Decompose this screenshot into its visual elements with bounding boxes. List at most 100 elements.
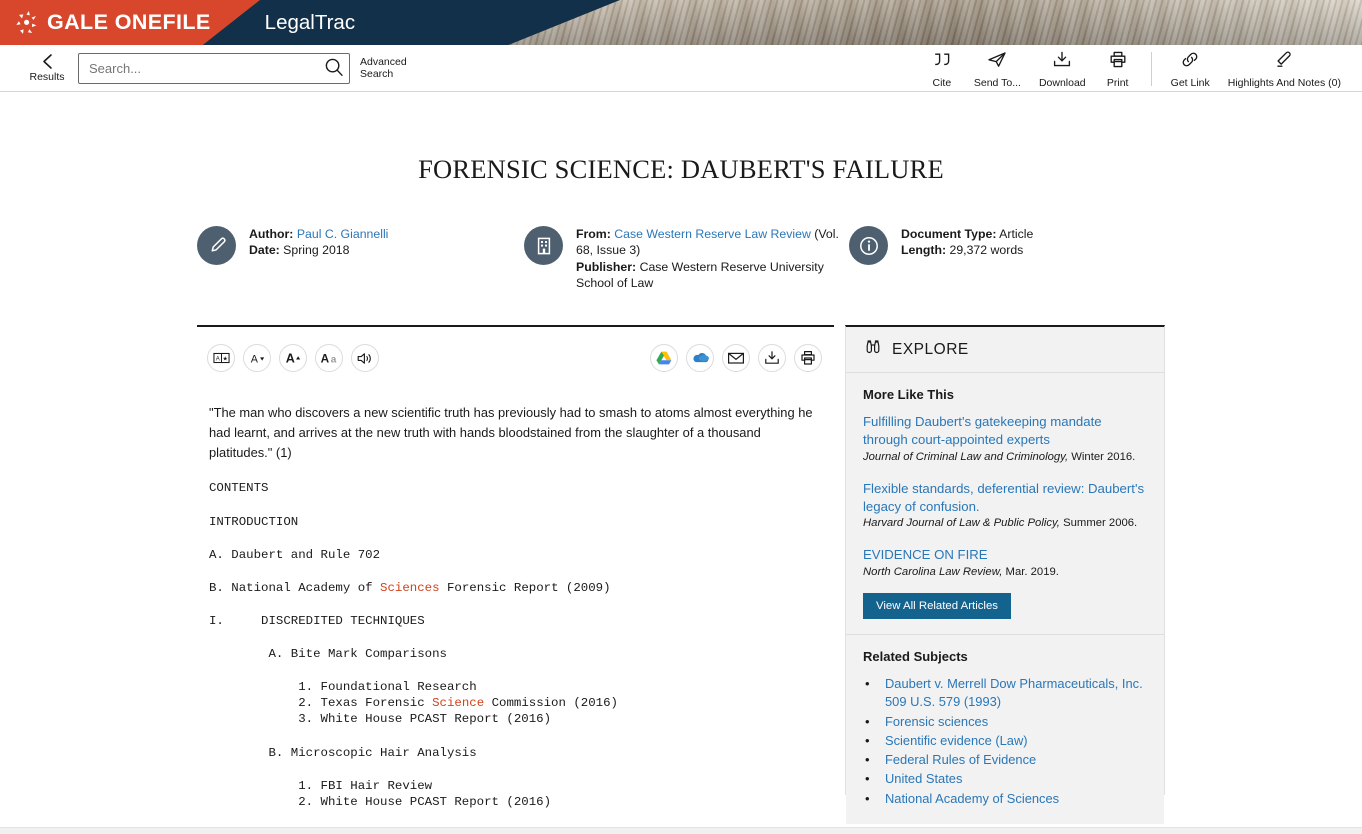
print-label: Print [1106,76,1129,89]
get-link-button[interactable]: Get Link [1162,50,1219,89]
metadata-author: Author: Paul C. Giannelli Date: Spring 2… [197,225,524,265]
subject-link[interactable]: National Academy of Sciences [885,791,1059,806]
svg-text:a: a [331,354,337,365]
subject-link[interactable]: Forensic sciences [885,714,988,729]
brand-area[interactable]: GALE ONEFILE LegalTrac [0,0,355,45]
related-source-date: Summer 2006. [1059,517,1138,530]
decrease-font-button[interactable]: A [243,344,271,373]
subject-link[interactable]: United States [885,771,962,786]
link-icon [1179,50,1201,74]
metadata-source: From: Case Western Reserve Law Review (V… [524,225,849,291]
related-source-journal: North Carolina Law Review, [863,566,1003,579]
highlighter-icon [1273,50,1295,74]
back-to-results-button[interactable]: Results [18,53,76,83]
list-item: Forensic sciences [863,713,1147,732]
related-subjects-title: Related Subjects [863,648,968,664]
toc-line: I. DISCREDITED TECHNIQUES [209,613,425,628]
search-term-highlight: Science [432,696,485,711]
date-value: Spring 2018 [283,243,350,258]
printer-icon [1107,50,1129,74]
toc-line: 1. Foundational Research [209,680,477,695]
related-article-item: Flexible standards, deferential review: … [863,480,1147,532]
author-link[interactable]: Paul C. Giannelli [297,227,389,241]
more-like-this-title: More Like This [863,387,955,403]
subject-link[interactable]: Federal Rules of Evidence [885,752,1036,767]
search-box[interactable] [78,52,350,84]
translate-button[interactable]: A ★ [207,344,235,373]
explore-panel: EXPLORE More Like This Fulfilling Dauber… [845,325,1165,825]
length-label: Length: [901,243,947,258]
related-article-link[interactable]: Fulfilling Daubert's gatekeeping mandate… [863,413,1147,449]
send-to-onedrive-button[interactable] [686,344,714,373]
related-subjects-list: Daubert v. Merrell Dow Pharmaceuticals, … [863,675,1147,809]
subject-link[interactable]: Daubert v. Merrell Dow Pharmaceuticals, … [885,676,1143,709]
toolbar-divider [1150,51,1152,86]
print-article-button[interactable] [794,344,822,373]
related-source-date: Mar. 2019. [1002,566,1059,579]
brand-banner: GALE ONEFILE LegalTrac [0,0,1362,45]
author-label: Author: [249,227,294,241]
toc-text: B. National Academy of [209,580,381,595]
display-options-button[interactable]: A a [315,344,343,373]
explore-title: EXPLORE [892,340,969,358]
metadata-author-text: Author: Paul C. Giannelli Date: Spring 2… [249,225,388,259]
toc-line: A. Daubert and Rule 702 [209,547,381,562]
send-to-button[interactable]: Send To... [965,50,1030,89]
quote-icon [931,50,953,74]
article-text: "The man who discovers a new scientific … [197,389,834,834]
list-item: United States [863,770,1147,789]
binoculars-icon [863,339,883,360]
reading-tools-group: A ★ A A A a [207,344,379,373]
page-title: FORENSIC SCIENCE: DAUBERT'S FAILURE [418,154,944,184]
list-item: National Academy of Sciences [863,790,1147,809]
advanced-search-link[interactable]: Advanced Search [360,56,416,81]
advanced-search-line1: Advanced [360,55,407,68]
export-tools-group [650,344,822,373]
advanced-search-line2: Search [360,68,394,80]
search-icon [324,57,344,80]
related-article-source: Journal of Criminal Law and Criminology,… [863,450,1147,466]
paper-plane-icon [986,50,1008,74]
product-title: LegalTrac [264,10,356,34]
download-button[interactable]: Download [1030,50,1095,89]
get-link-label: Get Link [1170,76,1210,89]
search-term-highlight: Sciences [380,580,440,595]
doctype-label: Document Type: [901,227,997,241]
back-to-results-label: Results [29,71,65,83]
download-article-button[interactable] [758,344,786,373]
svg-text:A: A [251,353,259,365]
print-button[interactable]: Print [1095,50,1141,89]
send-to-google-drive-button[interactable] [650,344,678,373]
toc-line: 1. FBI Hair Review [209,778,433,793]
cite-button[interactable]: Cite [919,50,965,89]
toc-text: Forensic Report (2009) [439,580,611,595]
increase-font-button[interactable]: A [279,344,307,373]
date-label: Date: [249,243,280,258]
view-all-related-articles-button[interactable]: View All Related Articles [863,592,1011,619]
toc-line: A. Bite Mark Comparisons [209,647,447,661]
listen-button[interactable] [351,344,379,373]
contents-heading: CONTENTS [209,481,269,496]
email-button[interactable] [722,344,750,373]
related-subjects-section: Related Subjects Daubert v. Merrell Dow … [846,634,1164,825]
journal-link[interactable]: Case Western Reserve Law Review [614,227,811,241]
article-view-toolbar: A ★ A A A a [197,327,834,389]
gale-sparkle-icon [10,6,44,40]
related-article-link[interactable]: EVIDENCE ON FIRE [863,546,1147,564]
svg-text:A: A [215,357,220,363]
related-article-link[interactable]: Flexible standards, deferential review: … [863,480,1147,516]
document-area: FORENSIC SCIENCE: DAUBERT'S FAILURE Auth… [0,92,1362,834]
introduction-heading: INTRODUCTION [209,514,299,529]
top-toolbar: Results Advanced Search [0,45,1362,92]
search-submit-button[interactable] [319,54,349,83]
related-source-journal: Journal of Criminal Law and Criminology, [863,451,1069,463]
toc-line: B. Microscopic Hair Analysis [209,745,477,760]
svg-text:A: A [286,352,295,366]
explore-header: EXPLORE [846,327,1164,374]
related-source-journal: Harvard Journal of Law & Public Policy, [863,517,1060,530]
subject-link[interactable]: Scientific evidence (Law) [885,733,1028,748]
related-article-item: Fulfilling Daubert's gatekeeping mandate… [863,413,1147,465]
highlights-and-notes-button[interactable]: Highlights And Notes (0) [1219,50,1350,89]
search-input[interactable] [79,60,319,76]
cite-label: Cite [932,76,952,89]
